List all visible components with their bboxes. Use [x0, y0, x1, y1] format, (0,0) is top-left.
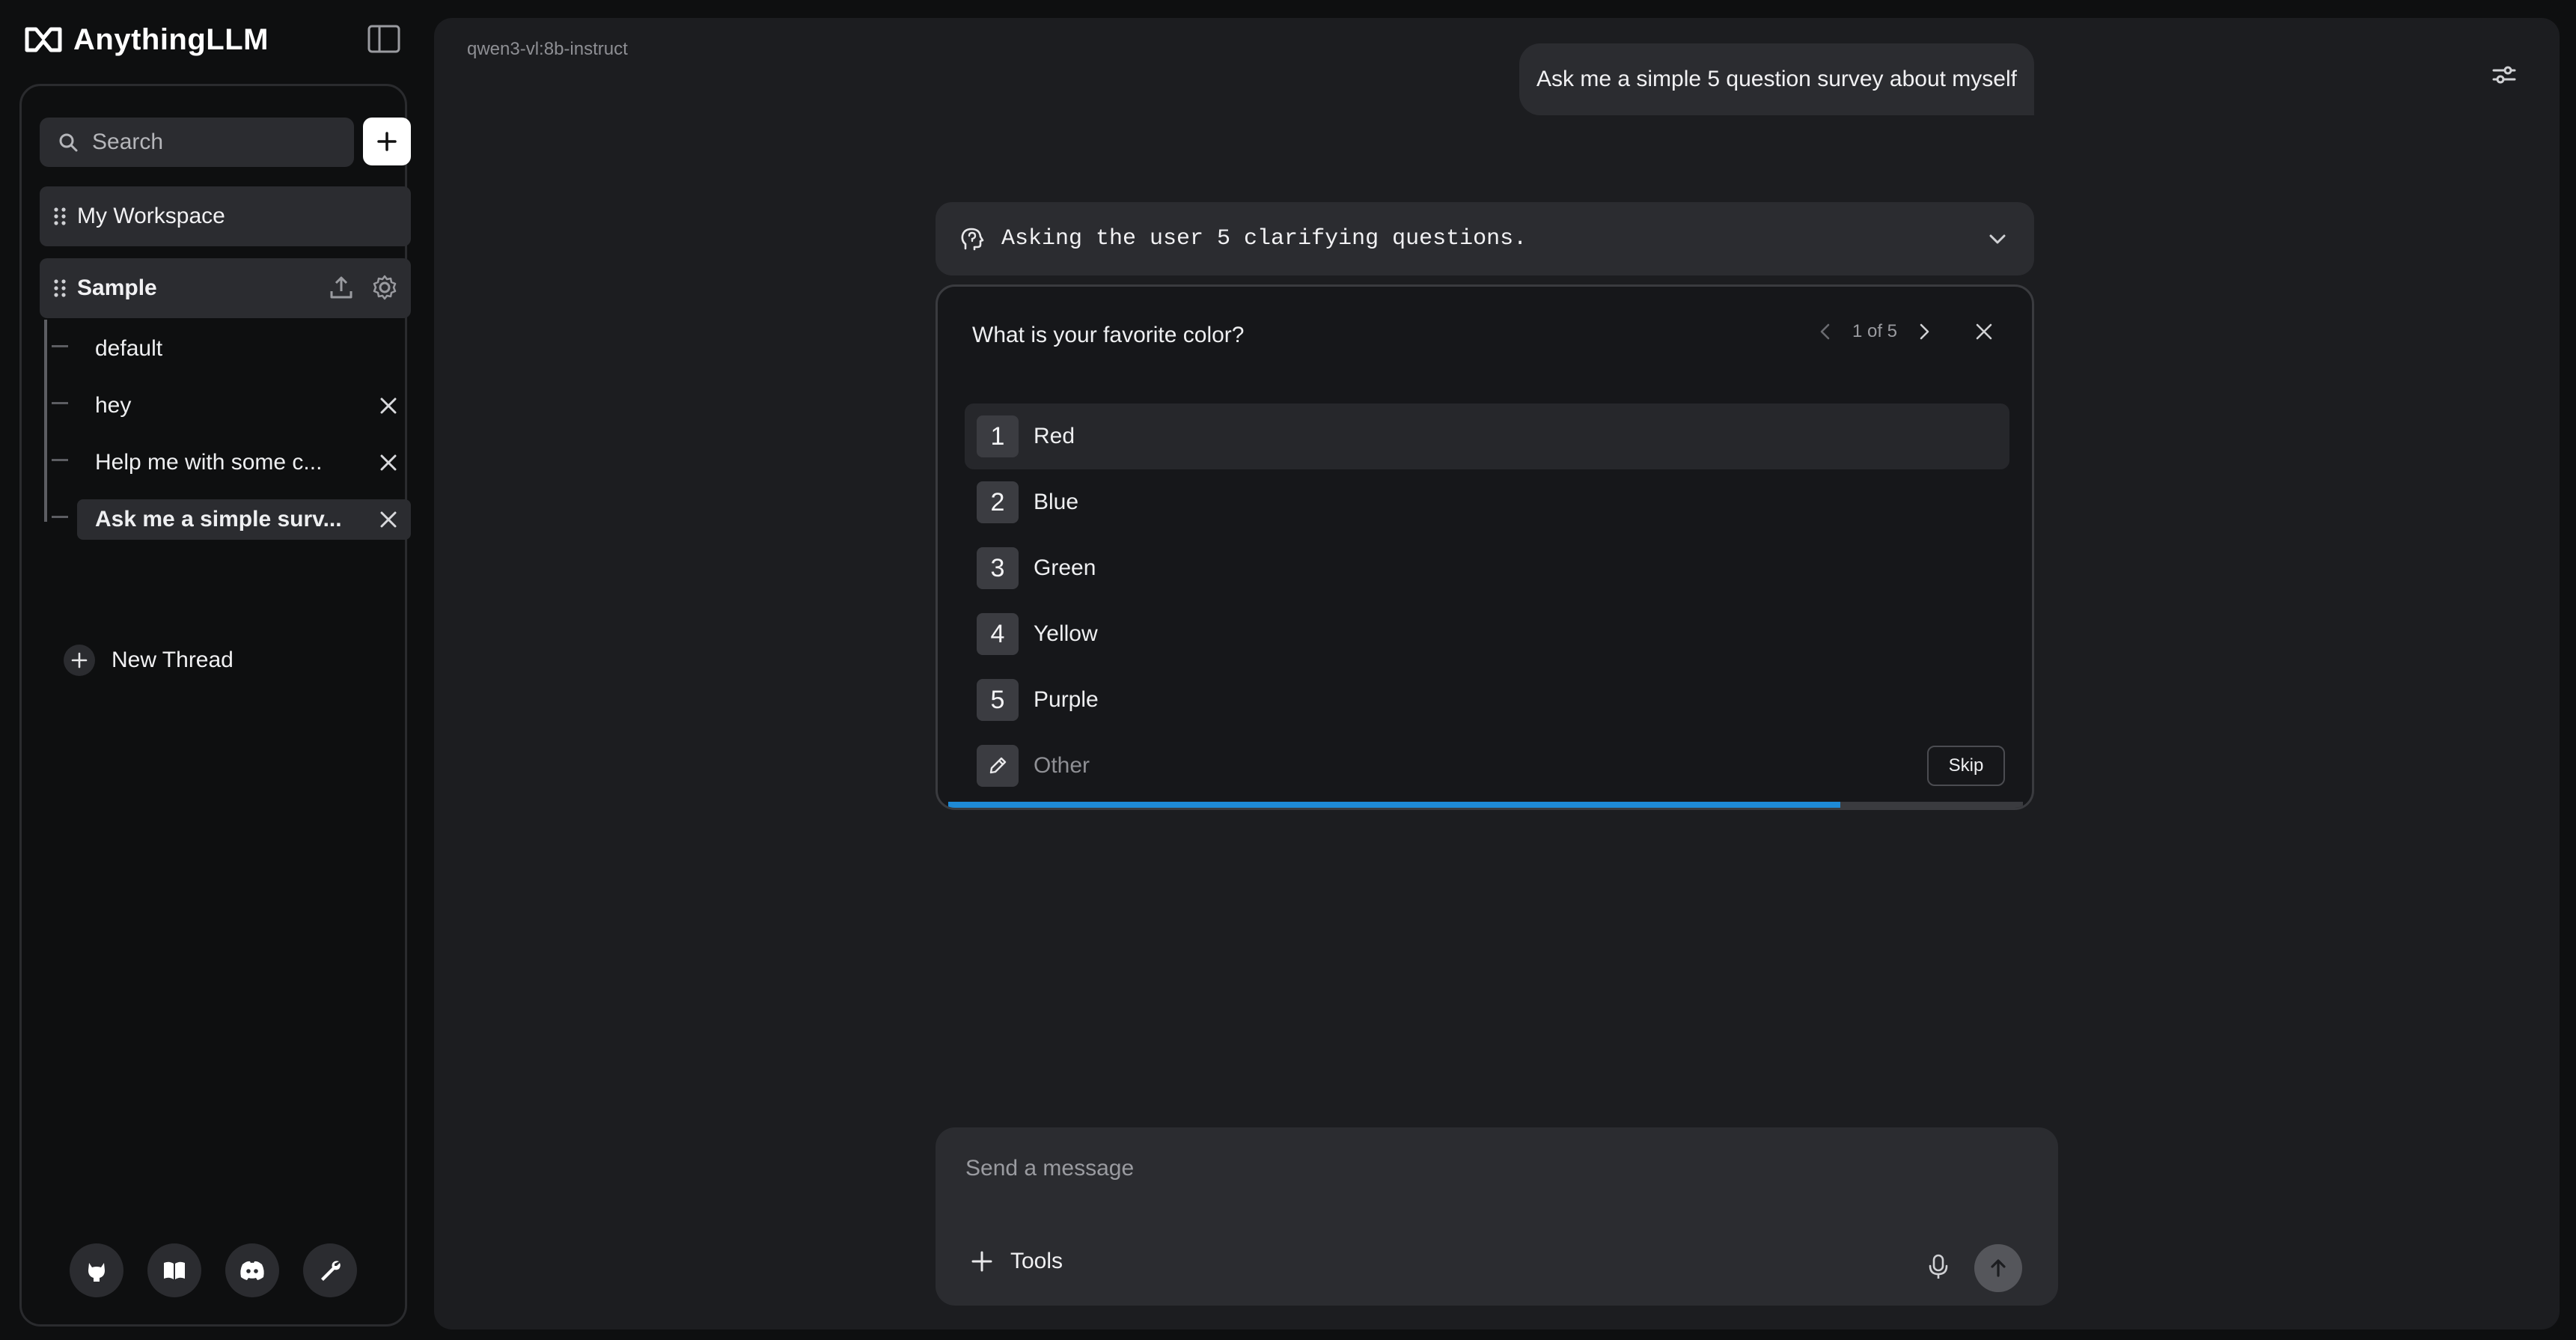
option-number: 4	[977, 613, 1019, 655]
new-thread-label: New Thread	[112, 648, 234, 672]
drag-handle-icon[interactable]	[53, 206, 67, 227]
survey-option-2[interactable]: 2 Blue	[965, 469, 2009, 535]
close-icon[interactable]	[1974, 321, 1994, 342]
sidebar-toggle-icon[interactable]	[367, 24, 401, 54]
plus-icon	[377, 132, 397, 151]
option-label: Red	[1034, 424, 1075, 448]
survey-option-4[interactable]: 4 Yellow	[965, 601, 2009, 667]
thread-label: default	[95, 336, 163, 361]
thread-item-default[interactable]: default	[52, 329, 411, 369]
brain-head-icon	[961, 228, 984, 251]
survey-option-3[interactable]: 3 Green	[965, 535, 2009, 601]
survey-progress-bar	[948, 802, 2023, 808]
plus-icon	[971, 1251, 992, 1272]
option-number: 5	[977, 679, 1019, 721]
docs-book-icon[interactable]	[147, 1243, 201, 1297]
app-title: AnythingLLM	[73, 22, 269, 56]
microphone-icon[interactable]	[1923, 1252, 1953, 1282]
thread-tree-line	[44, 320, 47, 522]
upload-icon[interactable]	[327, 273, 355, 302]
thread-item-survey[interactable]: Ask me a simple surv...	[52, 499, 411, 540]
close-icon[interactable]	[378, 395, 399, 416]
search-box[interactable]	[40, 118, 354, 167]
new-workspace-button[interactable]	[363, 118, 411, 165]
tools-button[interactable]: Tools	[970, 1249, 1063, 1274]
tools-label: Tools	[1010, 1249, 1063, 1273]
close-icon[interactable]	[378, 452, 399, 473]
app-logo: AnythingLLM	[24, 21, 269, 58]
option-number: 1	[977, 415, 1019, 457]
thread-item-help[interactable]: Help me with some c...	[52, 442, 411, 483]
skip-button[interactable]: Skip	[1927, 746, 2005, 786]
workspace-label: My Workspace	[77, 204, 225, 228]
survey-pager: 1 of 5	[1815, 321, 1994, 342]
anythingllm-logo-icon	[25, 27, 62, 52]
other-label: Other	[1034, 753, 1090, 778]
survey-option-other[interactable]: Other	[965, 733, 1885, 799]
workspace-item-my-workspace[interactable]: My Workspace	[40, 186, 411, 246]
option-label: Green	[1034, 555, 1096, 580]
pencil-icon	[977, 745, 1019, 787]
model-label: qwen3-vl:8b-instruct	[467, 39, 628, 59]
close-icon[interactable]	[378, 509, 399, 530]
sliders-icon[interactable]	[2489, 60, 2519, 90]
drag-handle-icon[interactable]	[53, 278, 67, 299]
sidebar-footer	[70, 1243, 357, 1297]
option-number: 3	[977, 547, 1019, 589]
chevron-down-icon[interactable]	[1986, 228, 2009, 250]
new-thread-button[interactable]: New Thread	[64, 642, 234, 679]
survey-question: What is your favorite color?	[972, 323, 1245, 347]
github-icon[interactable]	[70, 1243, 123, 1297]
gear-icon[interactable]	[370, 273, 399, 302]
thought-toggle[interactable]: Asking the user 5 clarifying questions.	[936, 202, 2034, 275]
arrow-up-icon	[1991, 1259, 2006, 1277]
discord-icon[interactable]	[225, 1243, 279, 1297]
thread-label: Help me with some c...	[95, 450, 323, 475]
option-label: Blue	[1034, 490, 1079, 514]
survey-option-1[interactable]: 1 Red	[965, 403, 2009, 469]
survey-card: What is your favorite color? 1 of 5 1 Re…	[936, 284, 2034, 810]
thought-text: Asking the user 5 clarifying questions.	[1001, 226, 1527, 252]
message-composer: Tools	[936, 1127, 2058, 1306]
send-button[interactable]	[1974, 1244, 2022, 1292]
survey-option-5[interactable]: 5 Purple	[965, 667, 2009, 733]
chevron-right-icon[interactable]	[1914, 321, 1935, 342]
workspace-label: Sample	[77, 275, 157, 300]
pager-count: 1 of 5	[1852, 321, 1897, 341]
thread-label: Ask me a simple surv...	[95, 507, 342, 532]
search-input[interactable]	[92, 130, 332, 155]
workspace-item-sample[interactable]: Sample	[40, 258, 411, 318]
sidebar: My Workspace Sample default hey	[19, 84, 411, 1327]
search-icon	[59, 133, 78, 152]
wrench-icon[interactable]	[303, 1243, 357, 1297]
option-number: 2	[977, 481, 1019, 523]
option-label: Yellow	[1034, 621, 1098, 646]
user-message-text: Ask me a simple 5 question survey about …	[1536, 67, 2017, 91]
user-message: Ask me a simple 5 question survey about …	[1519, 43, 2034, 115]
thread-label: hey	[95, 393, 132, 418]
chevron-left-icon[interactable]	[1815, 321, 1836, 342]
thread-item-hey[interactable]: hey	[52, 386, 411, 426]
chat-panel: qwen3-vl:8b-instruct Ask me a simple 5 q…	[434, 18, 2560, 1330]
option-label: Purple	[1034, 687, 1099, 712]
plus-icon	[64, 645, 95, 676]
survey-progress-fill	[948, 802, 1840, 808]
message-input[interactable]	[965, 1156, 2013, 1201]
